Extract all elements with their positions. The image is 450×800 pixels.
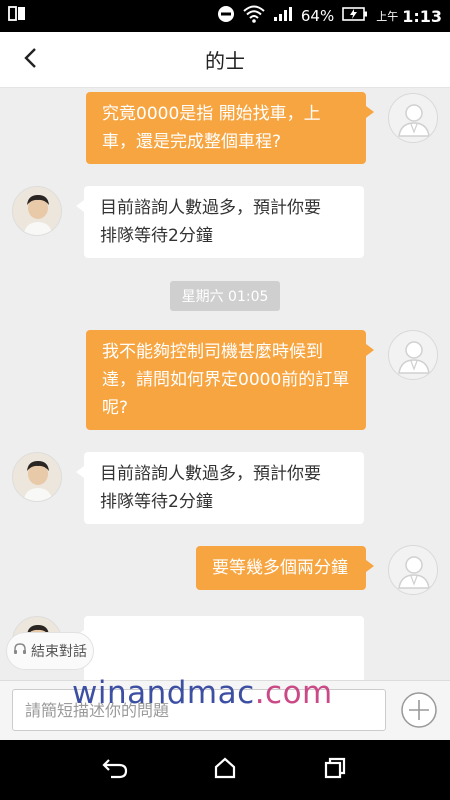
message-line: 要等幾多個兩分鐘 [212, 558, 348, 578]
chevron-left-icon [22, 47, 38, 73]
battery-percent: 64% [300, 7, 335, 25]
back-arrow-icon [101, 756, 129, 784]
input-bar [0, 680, 450, 740]
message-line: 車，還是完成整個車程? [102, 132, 282, 152]
user-avatar-icon [388, 330, 438, 380]
clock-time: 1:13 [402, 6, 442, 26]
user-avatar-icon [388, 545, 438, 595]
sim-icon [8, 6, 26, 26]
dnd-icon [217, 5, 235, 27]
battery-icon [342, 6, 368, 26]
message-input[interactable] [12, 689, 386, 731]
headset-icon [13, 642, 27, 660]
message-line: 呢? [102, 398, 129, 418]
message-line: 目前諮詢人數過多，預計你要 [100, 464, 321, 484]
user-avatar-icon [388, 93, 438, 143]
message-line: 達，請問如何界定0000前的訂單 [102, 370, 350, 390]
agent-avatar-icon [12, 186, 62, 236]
end-chat-button[interactable]: 結束對話 [6, 632, 94, 670]
signal-icon [273, 6, 293, 26]
clock-ampm: 上午 [376, 10, 399, 23]
chat-area[interactable]: 究竟0000是指 開始找車，上 車，還是完成整個車程? 目前諮詢人數過多，預計你… [0, 88, 450, 680]
back-button[interactable] [12, 42, 48, 78]
end-chat-label: 結束對話 [31, 644, 87, 660]
incoming-bubble: 目前諮詢人數過多，預計你要 排隊等待2分鐘 [76, 186, 364, 258]
incoming-bubble: 目前諮詢人數過多，預計你要 排隊等待2分鐘 [76, 452, 364, 524]
outgoing-bubble: 我不能夠控制司機甚麼時候到 達，請問如何界定0000前的訂單 呢? [86, 330, 374, 430]
home-icon [213, 756, 237, 784]
nav-back-button[interactable] [95, 750, 135, 790]
message-line: 目前諮詢人數過多，預計你要 [100, 198, 321, 218]
plus-icon [400, 692, 438, 733]
message-line: 排隊等待2分鐘 [100, 492, 213, 512]
nav-home-button[interactable] [205, 750, 245, 790]
incoming-bubble [76, 616, 364, 680]
status-bar: 64% 上午 1:13 [0, 0, 450, 32]
wifi-icon [243, 5, 265, 27]
add-attachment-button[interactable] [400, 691, 438, 729]
page-title: 的士 [205, 49, 245, 73]
message-line: 排隊等待2分鐘 [100, 226, 213, 246]
system-nav-bar [0, 740, 450, 800]
agent-avatar-icon [12, 452, 62, 502]
outgoing-bubble: 要等幾多個兩分鐘 [196, 546, 374, 590]
message-line: 究竟0000是指 開始找車，上 [102, 104, 321, 124]
nav-recents-button[interactable] [315, 750, 355, 790]
message-line: 我不能夠控制司機甚麼時候到 [102, 342, 323, 362]
header: 的士 [0, 32, 450, 88]
recents-icon [323, 756, 347, 784]
timestamp-chip: 星期六 01:05 [170, 281, 280, 311]
outgoing-bubble: 究竟0000是指 開始找車，上 車，還是完成整個車程? [86, 92, 374, 164]
